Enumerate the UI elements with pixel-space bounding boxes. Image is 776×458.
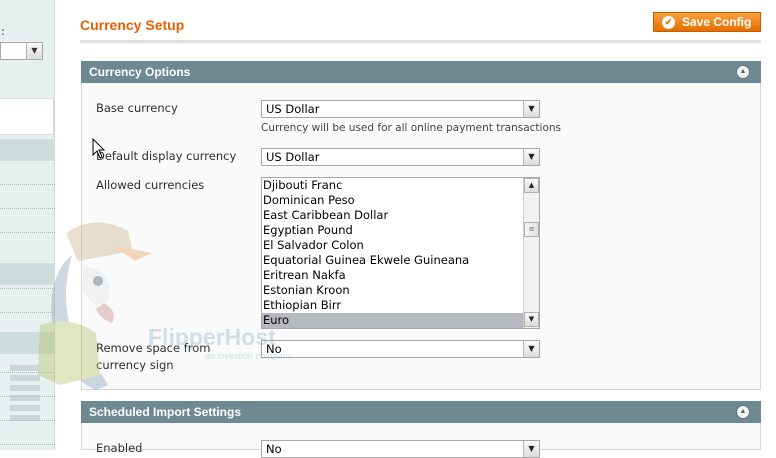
sidebar-scope-label: : — [1, 25, 5, 38]
base-currency-label: Base currency — [96, 101, 178, 115]
sidebar-divider — [0, 208, 55, 209]
chevron-down-icon: ▼ — [523, 441, 539, 457]
base-currency-note: Currency will be used for all online pay… — [261, 122, 562, 134]
currency-option[interactable]: Dominican Peso — [262, 193, 524, 208]
collapse-icon[interactable]: ▲ — [736, 405, 750, 419]
scroll-thumb[interactable]: ≡ — [524, 222, 539, 237]
check-icon: ✔ — [662, 16, 675, 29]
default-display-currency-label: Default display currency — [96, 149, 237, 163]
header-divider — [80, 40, 761, 43]
default-display-currency-value: US Dollar — [266, 150, 320, 164]
chevron-down-icon: ▼ — [523, 101, 539, 117]
listbox-scrollbar[interactable]: ▲ ≡ ▼ — [523, 178, 539, 328]
scroll-down-icon[interactable]: ▼ — [524, 312, 539, 327]
collapse-icon[interactable]: ▲ — [736, 65, 750, 79]
allowed-currencies-label: Allowed currencies — [96, 178, 205, 192]
watermark-tagline: an investion company — [205, 351, 293, 361]
section-header-currency-options[interactable]: Currency Options ▲ — [81, 61, 761, 83]
scroll-up-icon[interactable]: ▲ — [524, 178, 539, 193]
currency-option[interactable]: Djibouti Franc — [262, 178, 524, 193]
sidebar-tab-group[interactable] — [0, 139, 55, 161]
chevron-down-icon: ▼ — [26, 43, 42, 59]
save-config-label: Save Config — [682, 15, 752, 29]
scope-select[interactable]: ▼ — [0, 42, 43, 60]
watermark-brand-text: FlipperHost — [148, 324, 276, 350]
base-currency-select[interactable]: US Dollar ▼ — [261, 100, 540, 118]
default-display-currency-select[interactable]: US Dollar ▼ — [261, 148, 540, 166]
section-title: Currency Options — [89, 65, 191, 79]
chevron-down-icon: ▼ — [523, 149, 539, 165]
base-currency-value: US Dollar — [266, 102, 320, 116]
save-config-button[interactable]: ✔ Save Config — [653, 12, 761, 32]
sidebar-panel — [0, 98, 54, 135]
chevron-down-icon: ▼ — [523, 341, 539, 357]
mouse-pointer-icon — [92, 138, 106, 159]
sidebar-divider — [0, 184, 55, 185]
page-title: Currency Setup — [80, 17, 185, 33]
